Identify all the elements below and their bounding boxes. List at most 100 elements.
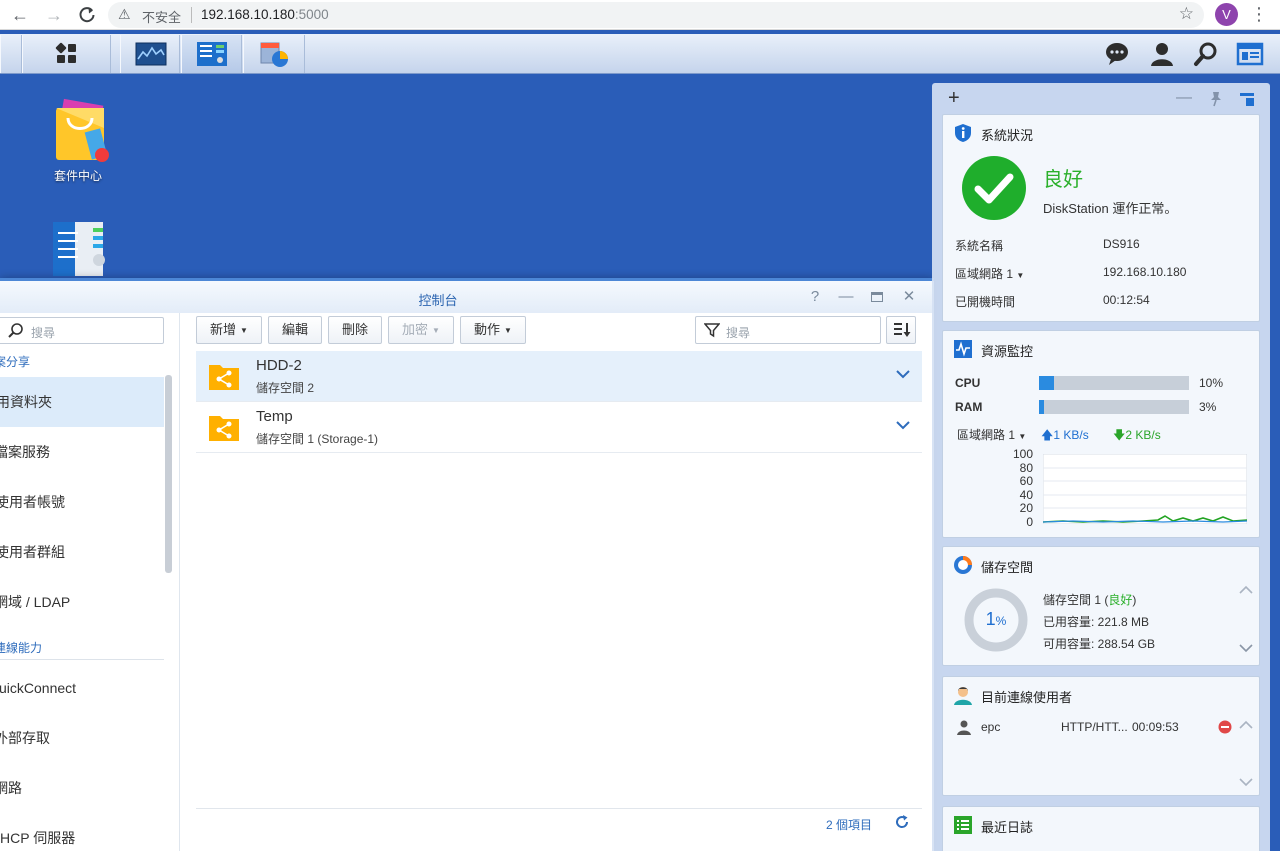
back-arrow-icon[interactable]: ← — [9, 4, 31, 26]
ram-usage-fill — [1039, 400, 1044, 414]
sidebar-item-network[interactable]: 網路 — [0, 763, 164, 813]
desktop-shortcut-control-panel[interactable] — [38, 218, 118, 279]
create-button[interactable]: 新增 ▼ — [196, 316, 262, 344]
close-icon[interactable]: ✕ — [900, 288, 918, 306]
widget-title: 目前連線使用者 — [981, 690, 1073, 705]
connected-user-duration: 00:09:53 — [1132, 720, 1179, 734]
chevron-down-icon[interactable] — [896, 369, 910, 379]
create-label: 新增 — [210, 322, 237, 337]
package-center-icon — [56, 98, 109, 162]
sort-icon — [894, 323, 911, 337]
y-axis-tick: 0 — [1026, 515, 1033, 529]
lan-label[interactable]: 區域網路 1 ▼ — [955, 265, 1024, 282]
widget-title: 系統狀況 — [981, 128, 1034, 143]
help-icon[interactable]: ? — [806, 288, 824, 306]
connected-users-widget: 目前連線使用者 epc HTTP/HTT... 00:09:53 — [942, 676, 1260, 796]
sidebar-item-user[interactable]: 使用者帳號 — [0, 477, 164, 527]
panel-layout-icon[interactable] — [1239, 91, 1255, 107]
address-bar[interactable]: ⚠ 不安全 192.168.10.180:5000 ☆ — [108, 2, 1204, 28]
widget-panel-header: + — — [932, 83, 1270, 113]
minimize-icon[interactable]: — — [837, 288, 855, 306]
storage-manager-icon — [260, 42, 288, 67]
lan-ip-value: 192.168.10.180 — [1103, 265, 1187, 279]
sidebar-search-input[interactable]: 搜尋 — [0, 317, 164, 344]
status-ok-icon — [962, 156, 1026, 220]
action-button[interactable]: 動作 ▼ — [460, 316, 526, 344]
add-widget-icon[interactable]: + — [948, 87, 960, 110]
shared-folder-name: Temp — [256, 408, 293, 425]
control-panel-icon — [197, 42, 227, 66]
info-shield-icon — [955, 124, 971, 142]
filter-search-input[interactable]: 搜尋 — [695, 316, 881, 344]
lan-selector-label: 區域網路 1 — [957, 428, 1016, 442]
lan-selector[interactable]: 區域網路 1 ▼ — [957, 426, 1026, 443]
sidebar-scrollbar[interactable] — [165, 375, 172, 573]
desktop-shortcut-package-center[interactable]: 套件中心 — [38, 98, 118, 184]
window-title: 控制台 — [418, 293, 458, 308]
sort-button[interactable] — [886, 316, 916, 344]
profile-avatar[interactable]: V — [1215, 3, 1238, 26]
cpu-label: CPU — [955, 376, 981, 390]
edit-button[interactable]: 編輯 — [268, 316, 322, 344]
y-axis-tick: 40 — [1019, 488, 1033, 502]
sidebar-item-label: 檔案服務 — [0, 444, 50, 460]
taskbar-control-panel[interactable] — [181, 35, 242, 73]
user-options-icon[interactable] — [1148, 40, 1176, 68]
window-titlebar[interactable]: 控制台 ? — ✕ — [0, 281, 934, 313]
url-text[interactable]: 192.168.10.180:5000 — [201, 7, 329, 22]
url-host: 192.168.10.180 — [201, 7, 295, 22]
volume-status: 良好 — [1108, 593, 1133, 607]
forward-arrow-icon[interactable]: → — [43, 4, 65, 26]
uptime-value: 00:12:54 — [1103, 293, 1150, 307]
sidebar-item-group[interactable]: 使用者群組 — [0, 527, 164, 577]
storage-percent: 1% — [963, 609, 1029, 630]
ram-usage-bar — [1039, 400, 1189, 414]
shared-folder-row[interactable]: HDD-2 儲存空間 2 — [196, 351, 922, 402]
y-axis-tick: 20 — [1019, 501, 1033, 515]
chevron-up-icon[interactable] — [1239, 720, 1253, 730]
notifications-chat-icon[interactable] — [1103, 40, 1131, 68]
lan-label-text: 區域網路 1 — [955, 267, 1014, 281]
storage-percent-unit: % — [995, 614, 1007, 628]
pin-icon[interactable] — [1208, 91, 1224, 107]
encrypt-button[interactable]: 加密 ▼ — [388, 316, 454, 344]
main-menu-button[interactable] — [22, 35, 111, 73]
edit-label: 編輯 — [281, 322, 308, 337]
sidebar-item-shared-folder[interactable]: 用資料夾 — [0, 377, 164, 427]
sidebar-item-dhcp-server[interactable]: HCP 伺服器 — [0, 813, 164, 851]
connected-user-name: epc — [981, 720, 1001, 734]
caret-down-icon: ▼ — [432, 325, 440, 335]
shared-folder-row[interactable]: Temp 儲存空間 1 (Storage-1) — [196, 402, 922, 453]
sidebar-item-label: 使用者群組 — [0, 544, 65, 560]
widget-title: 資源監控 — [981, 344, 1034, 359]
reload-icon[interactable] — [76, 4, 98, 26]
sidebar-item-quickconnect[interactable]: uickConnect — [0, 663, 164, 713]
sidebar-item-file-services[interactable]: 檔案服務 — [0, 427, 164, 477]
cpu-usage-fill — [1039, 376, 1054, 390]
sidebar-item-external-access[interactable]: 外部存取 — [0, 713, 164, 763]
delete-button[interactable]: 刪除 — [328, 316, 382, 344]
chevron-down-icon[interactable] — [1239, 777, 1253, 787]
cpu-usage-bar — [1039, 376, 1189, 390]
taskbar-storage-manager[interactable] — [243, 35, 305, 73]
connected-user-protocol: HTTP/HTT... — [1061, 720, 1128, 734]
search-icon[interactable] — [1192, 40, 1220, 68]
chevron-down-icon[interactable] — [1239, 643, 1253, 653]
chevron-down-icon[interactable] — [896, 420, 910, 430]
sidebar-item-label: HCP 伺服器 — [0, 830, 76, 846]
widgets-toggle-icon[interactable] — [1236, 40, 1264, 68]
minimize-icon[interactable]: — — [1176, 89, 1192, 107]
list-footer: 2 個項目 — [196, 808, 922, 838]
caret-down-icon: ▼ — [1016, 271, 1025, 280]
chevron-up-icon[interactable] — [1239, 585, 1253, 595]
maximize-icon[interactable] — [868, 288, 886, 306]
refresh-icon[interactable] — [894, 814, 910, 830]
taskbar-resource-monitor[interactable] — [120, 35, 180, 73]
kick-user-icon[interactable] — [1218, 720, 1232, 734]
warning-icon: ⚠ — [118, 6, 131, 22]
shared-folder-name: HDD-2 — [256, 357, 302, 374]
bookmark-star-icon[interactable]: ☆ — [1179, 4, 1194, 24]
health-status: 良好 — [1043, 169, 1083, 191]
sidebar-item-domain-ldap[interactable]: 網域 / LDAP — [0, 577, 164, 627]
menu-kebab-icon[interactable]: ⋮ — [1250, 3, 1268, 27]
